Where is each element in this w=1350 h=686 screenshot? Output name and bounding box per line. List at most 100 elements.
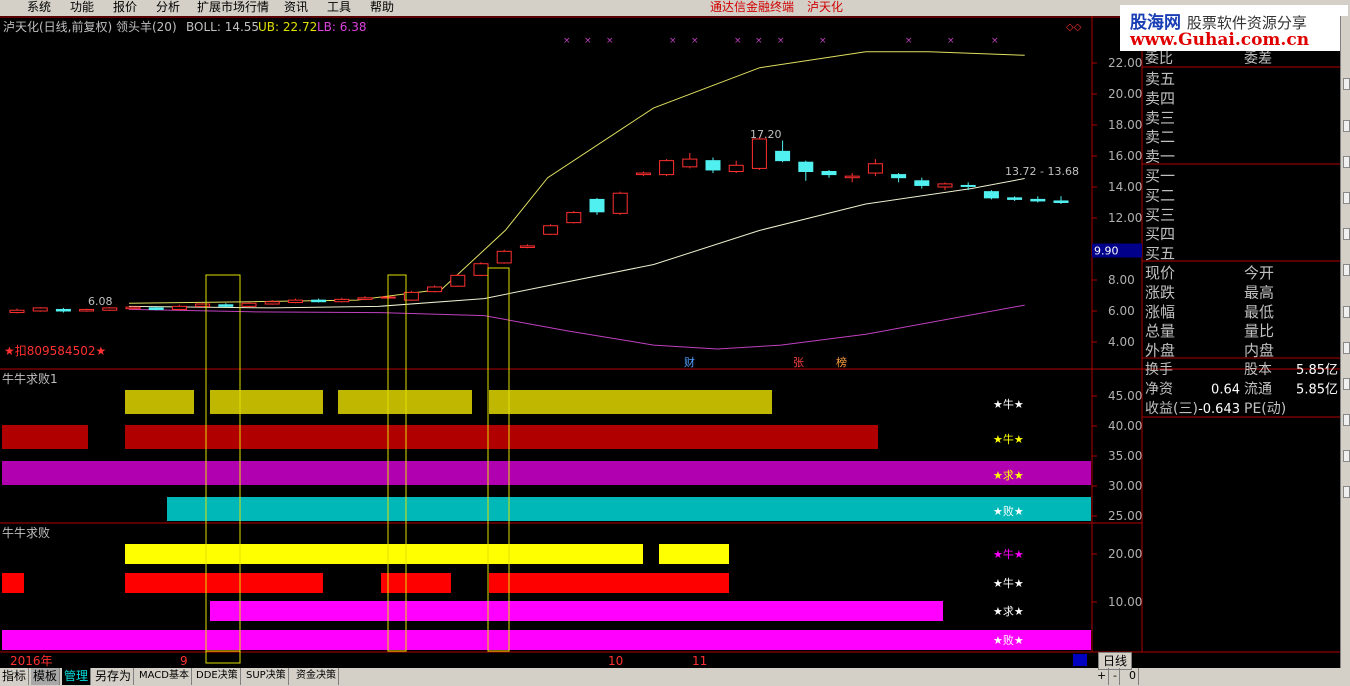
- side-button[interactable]: [1343, 342, 1350, 354]
- tab-dde[interactable]: DDE决策: [194, 668, 241, 685]
- candle[interactable]: [125, 306, 141, 310]
- candle[interactable]: [821, 171, 837, 176]
- candle[interactable]: [9, 309, 25, 314]
- sell-level[interactable]: 卖三: [1145, 109, 1175, 127]
- signal-label: ★牛★: [993, 576, 1024, 590]
- tab-capital[interactable]: 资金决策: [294, 668, 339, 685]
- side-button[interactable]: [1343, 378, 1350, 390]
- candle[interactable]: [102, 307, 118, 311]
- tab-macd[interactable]: MACD基本: [137, 668, 192, 685]
- candle[interactable]: [519, 245, 535, 248]
- menu-news[interactable]: 资讯: [284, 0, 308, 16]
- menu-tools[interactable]: 工具: [327, 0, 351, 16]
- side-button[interactable]: [1343, 78, 1350, 90]
- candle[interactable]: [659, 160, 675, 176]
- diamond-icon[interactable]: ◇◇: [1066, 22, 1082, 33]
- candle[interactable]: [891, 174, 907, 179]
- side-button[interactable]: [1343, 486, 1350, 498]
- menu-quote[interactable]: 报价: [113, 0, 137, 16]
- tab-indicator[interactable]: 指标: [0, 668, 30, 685]
- buy-level[interactable]: 买五: [1145, 245, 1175, 263]
- candle[interactable]: [960, 184, 976, 187]
- candle[interactable]: [635, 172, 651, 176]
- candle[interactable]: [195, 303, 211, 307]
- menu-help[interactable]: 帮助: [370, 0, 394, 16]
- candle[interactable]: [566, 212, 582, 224]
- side-button[interactable]: [1343, 120, 1350, 132]
- menu-system[interactable]: 系统: [27, 0, 51, 16]
- candle[interactable]: [682, 158, 698, 168]
- buy-level[interactable]: 买二: [1145, 186, 1175, 204]
- candle[interactable]: [357, 297, 373, 300]
- candle[interactable]: [264, 301, 280, 305]
- candle[interactable]: [589, 198, 605, 213]
- tab-save-as[interactable]: 另存为: [93, 668, 135, 685]
- candle[interactable]: [867, 163, 883, 174]
- event-marker[interactable]: 财: [684, 355, 695, 369]
- candle[interactable]: [751, 138, 767, 169]
- candle[interactable]: [450, 274, 466, 287]
- tab-manage[interactable]: 管理: [62, 668, 92, 685]
- zoom-reset-button[interactable]: 0: [1127, 668, 1139, 685]
- candle[interactable]: [798, 161, 814, 172]
- zoom-out-button[interactable]: -: [1111, 668, 1120, 685]
- candle[interactable]: [983, 191, 999, 199]
- candle[interactable]: [241, 302, 257, 307]
- sell-level[interactable]: 卖一: [1145, 148, 1175, 166]
- zoom-in-button[interactable]: +: [1095, 668, 1110, 685]
- candle[interactable]: [775, 150, 791, 162]
- tab-sup[interactable]: SUP决策: [244, 668, 289, 685]
- side-button[interactable]: [1343, 156, 1350, 168]
- candle[interactable]: [334, 298, 350, 303]
- sell-level[interactable]: 卖五: [1145, 70, 1175, 88]
- side-button[interactable]: [1343, 264, 1350, 276]
- side-button[interactable]: [1343, 414, 1350, 426]
- candle[interactable]: [148, 307, 164, 310]
- signal-label: ★牛★: [993, 397, 1024, 411]
- signal-bar: [125, 390, 194, 414]
- last-price-label: 13.72 - 13.68: [1005, 165, 1079, 178]
- candle[interactable]: [171, 305, 187, 310]
- side-button[interactable]: [1343, 192, 1350, 204]
- tab-template[interactable]: 模板: [31, 668, 61, 685]
- candle[interactable]: [1053, 200, 1069, 203]
- candle[interactable]: [218, 304, 234, 307]
- menu-function[interactable]: 功能: [70, 0, 94, 16]
- y-tick-label: 18.00: [1108, 118, 1142, 132]
- candle[interactable]: [844, 175, 860, 179]
- scroll-button[interactable]: [1073, 654, 1087, 666]
- candle[interactable]: [705, 160, 721, 171]
- event-marker[interactable]: 张: [793, 356, 804, 369]
- candle[interactable]: [937, 183, 953, 188]
- candle[interactable]: [728, 164, 744, 173]
- side-button[interactable]: [1343, 306, 1350, 318]
- candle[interactable]: [55, 308, 71, 312]
- menu-extended-market[interactable]: 扩展市场行情: [197, 0, 269, 16]
- sell-level[interactable]: 卖二: [1145, 128, 1175, 146]
- signal-marker: ×: [606, 36, 614, 46]
- sell-level[interactable]: 卖四: [1145, 89, 1175, 107]
- buy-level[interactable]: 买一: [1145, 167, 1175, 185]
- candle[interactable]: [311, 299, 327, 303]
- candle[interactable]: [612, 192, 628, 214]
- menu-analysis[interactable]: 分析: [156, 0, 180, 16]
- candle[interactable]: [473, 263, 489, 276]
- buy-level[interactable]: 买四: [1145, 225, 1175, 243]
- side-button[interactable]: [1343, 450, 1350, 462]
- candle[interactable]: [427, 286, 443, 293]
- y-tick-label: 22.00: [1108, 56, 1142, 70]
- candle[interactable]: [543, 225, 559, 235]
- buy-level[interactable]: 买三: [1145, 206, 1175, 224]
- candle[interactable]: [1030, 198, 1046, 202]
- chart-area[interactable]: 泸天化(日线,前复权) 领头羊(20) BOLL: 14.55UB: 22.72 L…: [0, 16, 1340, 668]
- candle[interactable]: [287, 299, 303, 303]
- candle[interactable]: [79, 308, 95, 312]
- app-title: 通达信金融终端: [710, 0, 795, 14]
- candle[interactable]: [32, 307, 48, 312]
- candle[interactable]: [914, 180, 930, 186]
- side-button[interactable]: [1343, 228, 1350, 240]
- candle[interactable]: [496, 250, 512, 264]
- candle[interactable]: [1007, 197, 1023, 200]
- event-marker[interactable]: 榜: [836, 355, 847, 369]
- signal-marker: ×: [905, 36, 913, 46]
